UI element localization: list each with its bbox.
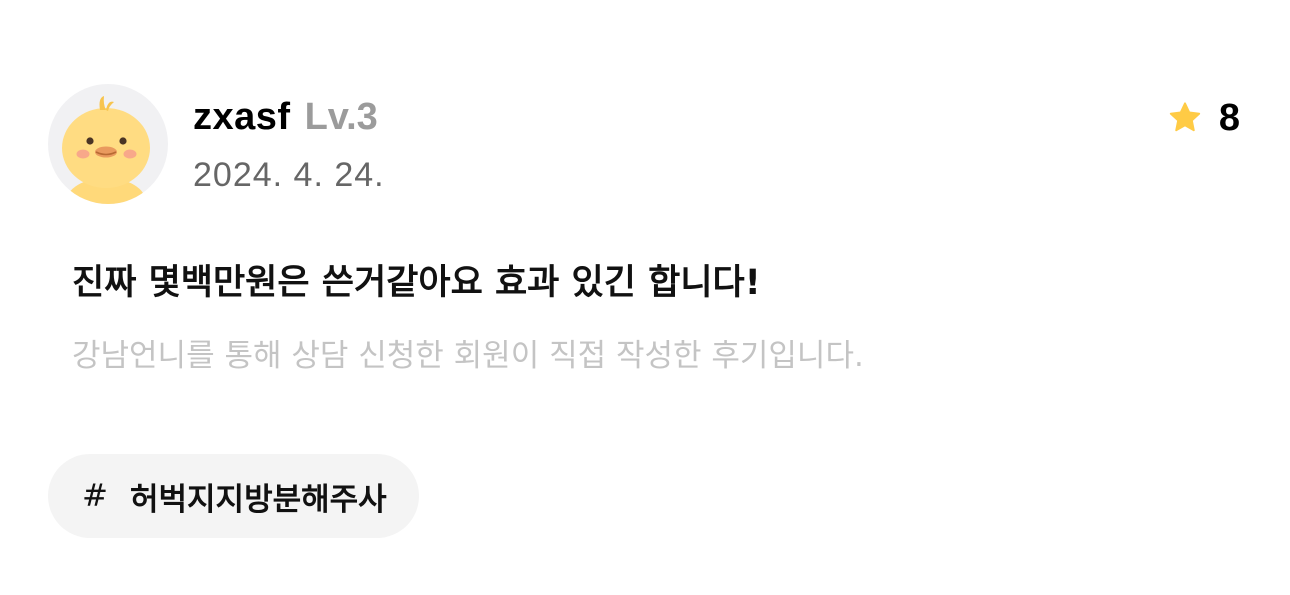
tag-chip[interactable]: # 허벅지지방분해주사 xyxy=(48,454,419,538)
tag-label: 허벅지지방분해주사 xyxy=(129,481,387,518)
user-level-badge: Lv.3 xyxy=(304,96,378,138)
rating: 8 xyxy=(1167,96,1240,139)
review-card: zxasf Lv.3 2024. 4. 24. 8 진짜 몇백만원은 쓴거같아요… xyxy=(0,0,1290,595)
chick-avatar-icon[interactable] xyxy=(48,84,168,204)
review-notice: 강남언니를 통해 상담 신청한 회원이 직접 작성한 후기입니다. xyxy=(72,338,864,374)
review-date: 2024. 4. 24. xyxy=(193,156,385,194)
hashtag-icon: # xyxy=(82,478,108,514)
review-title: 진짜 몇백만원은 쓴거같아요 효과 있긴 합니다! xyxy=(72,263,761,303)
rating-value: 8 xyxy=(1218,96,1240,139)
user-info: zxasf Lv.3 xyxy=(193,96,378,140)
username[interactable]: zxasf xyxy=(193,96,291,139)
star-icon xyxy=(1169,102,1201,132)
